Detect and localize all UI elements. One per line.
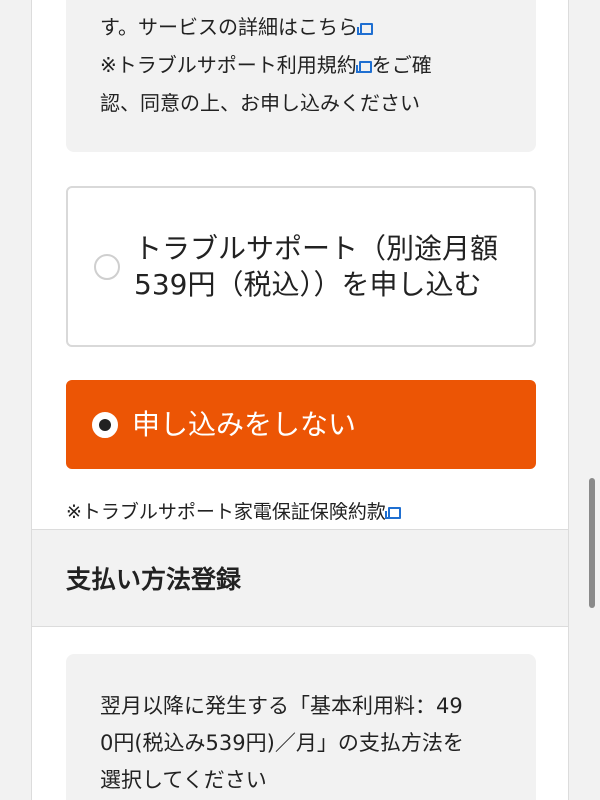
payment-section-header: 支払い方法登録 (32, 530, 568, 627)
radio-unselected-icon[interactable] (94, 253, 120, 280)
service-info-box: す。サービスの詳細はこちら ※トラブルサポート利用規約 をご確 認、同意の上、お申… (66, 0, 536, 152)
terms-suffix-text: をご確 (371, 53, 432, 77)
page-content: す。サービスの詳細はこちら ※トラブルサポート利用規約 をご確 認、同意の上、お申… (31, 0, 569, 800)
payment-info-line-1: 翌月以降に発生する「基本利用料：49 (100, 694, 463, 718)
section-title: 支払い方法登録 (66, 565, 242, 594)
option-apply-label: トラブルサポート（別途月額539円（税込））を申し込む (134, 231, 499, 301)
service-info-line-2: ※トラブルサポート利用規約 をご確 (100, 46, 512, 84)
option-decline[interactable]: 申し込みをしない (66, 380, 536, 469)
terms-link[interactable]: ※トラブルサポート利用規約 (100, 53, 357, 77)
scrollbar-thumb[interactable] (589, 478, 595, 608)
warranty-terms-text[interactable]: ※トラブルサポート家電保証保険約款 (66, 501, 386, 523)
payment-info-box: 翌月以降に発生する「基本利用料：49 0円(税込み539円)／月」の支払方法を … (66, 654, 536, 800)
option-apply-trouble-support[interactable]: トラブルサポート（別途月額539円（税込））を申し込む (66, 186, 536, 347)
service-info-line-3: 認、同意の上、お申し込みください (100, 91, 420, 115)
external-link-icon[interactable] (355, 61, 372, 73)
option-decline-label: 申し込みをしない (132, 407, 357, 441)
service-info-line-1: す。サービスの詳細はこちら (100, 8, 512, 46)
radio-selected-icon[interactable] (92, 411, 118, 438)
external-link-icon[interactable] (357, 23, 373, 35)
payment-info-line-3: 選択してください (100, 768, 267, 792)
external-link-icon[interactable] (384, 507, 401, 519)
service-details-text: す。サービスの詳細はこちら (100, 15, 358, 39)
warranty-terms-link[interactable]: ※トラブルサポート家電保証保険約款 (66, 496, 401, 528)
payment-info-line-2: 0円(税込み539円)／月」の支払方法を (100, 731, 464, 755)
